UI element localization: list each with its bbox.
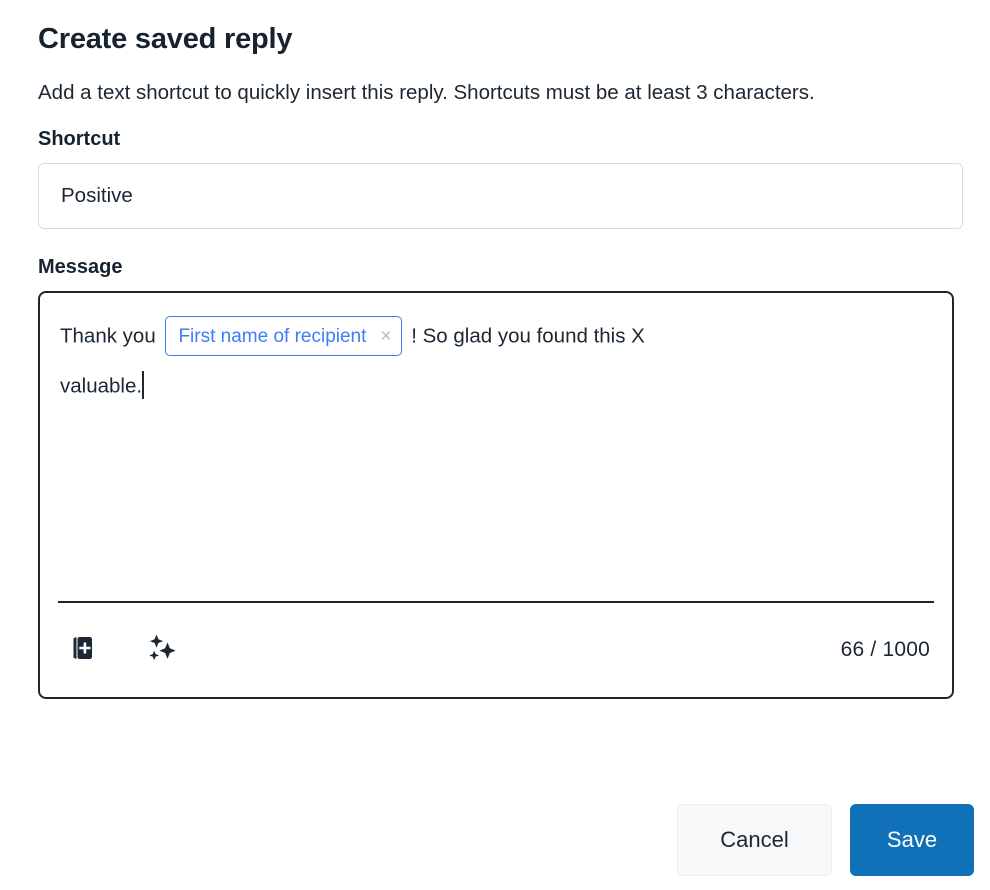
placeholder-chip-label: First name of recipient: [178, 325, 367, 347]
ai-assist-button[interactable]: [140, 628, 184, 672]
insert-placeholder-button[interactable]: [60, 628, 104, 672]
message-text-after-line2: valuable.: [60, 374, 143, 398]
message-text-before: Thank you: [60, 324, 156, 348]
cancel-button[interactable]: Cancel: [677, 804, 832, 876]
message-line-1: Thank you First name of recipient × ! So…: [60, 311, 932, 362]
character-counter: 66 / 1000: [840, 637, 930, 661]
message-label: Message: [38, 255, 123, 278]
save-button[interactable]: Save: [850, 804, 974, 876]
composer-toolbar: 66 / 1000: [40, 603, 952, 697]
message-line-2: valuable.: [60, 361, 932, 412]
message-text-after-line1: ! So glad you found this X: [411, 324, 645, 348]
dialog-actions: Cancel Save: [677, 804, 974, 876]
text-cursor: [142, 370, 145, 399]
dialog-description: Add a text shortcut to quickly insert th…: [38, 80, 815, 104]
message-composer[interactable]: Thank you First name of recipient × ! So…: [38, 290, 954, 699]
shortcut-input[interactable]: [38, 162, 963, 229]
insert-placeholder-icon: [67, 633, 97, 666]
close-icon[interactable]: ×: [380, 327, 391, 346]
ai-sparkle-icon: [146, 632, 178, 667]
placeholder-chip[interactable]: First name of recipient ×: [165, 316, 402, 357]
shortcut-label: Shortcut: [38, 127, 121, 150]
message-editor[interactable]: Thank you First name of recipient × ! So…: [40, 293, 952, 601]
page-title: Create saved reply: [38, 23, 293, 55]
create-saved-reply-dialog: Create saved reply Add a text shortcut t…: [0, 0, 990, 890]
